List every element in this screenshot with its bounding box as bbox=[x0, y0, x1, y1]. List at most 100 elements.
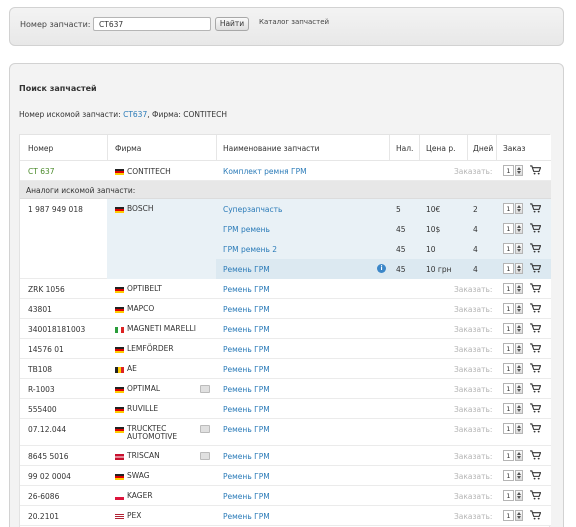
quantity-spinner[interactable] bbox=[515, 423, 523, 434]
offer-name-link[interactable]: ГРМ ремень 2 bbox=[223, 245, 277, 254]
part-name-link[interactable]: Ремень ГРМ bbox=[223, 492, 270, 501]
offer-price: 10€ bbox=[426, 205, 441, 214]
main-part-name[interactable]: Комплект ремня ГРМ bbox=[223, 167, 307, 176]
quantity-spinner[interactable] bbox=[515, 165, 523, 176]
quantity-field[interactable]: 1 bbox=[503, 343, 514, 354]
firm-label: BOSCH bbox=[127, 204, 154, 213]
cart-icon[interactable] bbox=[530, 510, 541, 520]
quantity-field[interactable]: 1 bbox=[503, 490, 514, 501]
part-number: 26-6086 bbox=[28, 492, 60, 501]
quantity-spinner[interactable] bbox=[515, 283, 523, 294]
germany-flag-icon bbox=[115, 169, 124, 175]
table-header: Номер Фирма Наименование запчасти Нал. Ц… bbox=[20, 135, 551, 161]
quantity-spinner[interactable] bbox=[515, 243, 523, 254]
quantity-spinner[interactable] bbox=[515, 450, 523, 461]
quantity-field[interactable]: 1 bbox=[503, 403, 514, 414]
search-button[interactable]: Найти bbox=[215, 17, 249, 31]
order-label: Заказать: bbox=[454, 305, 493, 314]
table-row: 20.2101 PEX Ремень ГРМ Заказать: 1 bbox=[20, 506, 551, 526]
quantity-spinner[interactable] bbox=[515, 303, 523, 314]
part-name-link[interactable]: Ремень ГРМ bbox=[223, 385, 270, 394]
firm-label: PEX bbox=[127, 511, 142, 520]
part-name-link[interactable]: Ремень ГРМ bbox=[223, 472, 270, 481]
firm-label: KAGER bbox=[127, 491, 153, 500]
quantity-field[interactable]: 1 bbox=[503, 423, 514, 434]
part-name-link[interactable]: Ремень ГРМ bbox=[223, 452, 270, 461]
part-name-link[interactable]: Ремень ГРМ bbox=[223, 325, 270, 334]
table-row: ZRK 1056 OPTIBELT Ремень ГРМ Заказать: 1 bbox=[20, 279, 551, 299]
part-number-input[interactable] bbox=[93, 17, 211, 31]
quantity-spinner[interactable] bbox=[515, 223, 523, 234]
firm-cell: MAPCO bbox=[115, 305, 197, 314]
quantity-field[interactable]: 1 bbox=[503, 223, 514, 234]
order-label: Заказать: bbox=[454, 365, 493, 374]
order-label: Заказать: bbox=[454, 167, 493, 176]
offer-name-link[interactable]: Суперзапчасть bbox=[223, 205, 282, 214]
firm-cell: PEX bbox=[115, 512, 197, 521]
cart-icon[interactable] bbox=[530, 165, 541, 175]
cart-icon[interactable] bbox=[530, 283, 541, 293]
quantity-spinner[interactable] bbox=[515, 203, 523, 214]
cart-icon[interactable] bbox=[530, 363, 541, 373]
quantity-field[interactable]: 1 bbox=[503, 363, 514, 374]
part-name-link[interactable]: Ремень ГРМ bbox=[223, 512, 270, 521]
cart-icon[interactable] bbox=[530, 450, 541, 460]
firm-cell: TRISCAN bbox=[115, 452, 197, 461]
cart-icon[interactable] bbox=[530, 383, 541, 393]
part-name-link[interactable]: Ремень ГРМ bbox=[223, 365, 270, 374]
photo-icon[interactable] bbox=[200, 385, 210, 393]
quantity-field[interactable]: 1 bbox=[503, 323, 514, 334]
catalog-link[interactable]: Каталог запчастей bbox=[259, 18, 329, 26]
quantity-field[interactable]: 1 bbox=[503, 510, 514, 521]
quantity-field[interactable]: 1 bbox=[503, 263, 514, 274]
quantity-field[interactable]: 1 bbox=[503, 450, 514, 461]
part-name-link[interactable]: Ремень ГРМ bbox=[223, 305, 270, 314]
quantity-spinner[interactable] bbox=[515, 323, 523, 334]
cart-icon[interactable] bbox=[530, 490, 541, 500]
quantity-spinner[interactable] bbox=[515, 403, 523, 414]
photo-icon[interactable] bbox=[200, 452, 210, 460]
quantity-field[interactable]: 1 bbox=[503, 383, 514, 394]
quantity-field[interactable]: 1 bbox=[503, 243, 514, 254]
quantity-spinner[interactable] bbox=[515, 510, 523, 521]
quantity-field[interactable]: 1 bbox=[503, 283, 514, 294]
quantity-field[interactable]: 1 bbox=[503, 470, 514, 481]
cart-icon[interactable] bbox=[530, 223, 541, 233]
order-label: Заказать: bbox=[454, 325, 493, 334]
quantity-field[interactable]: 1 bbox=[503, 165, 514, 176]
header-price: Цена р. bbox=[426, 144, 456, 153]
cart-icon[interactable] bbox=[530, 423, 541, 433]
cart-icon[interactable] bbox=[530, 323, 541, 333]
offer-name-link[interactable]: Ремень ГРМ bbox=[223, 265, 270, 274]
main-part-row: CT 637 CONTITECH Комплект ремня ГРМ Зака… bbox=[20, 161, 551, 181]
part-name-link[interactable]: Ремень ГРМ bbox=[223, 345, 270, 354]
part-name-link[interactable]: Ремень ГРМ bbox=[223, 285, 270, 294]
offer-stock: 5 bbox=[396, 205, 401, 214]
quantity-spinner[interactable] bbox=[515, 470, 523, 481]
order-label: Заказать: bbox=[454, 512, 493, 521]
table-row: 43801 MAPCO Ремень ГРМ Заказать: 1 bbox=[20, 299, 551, 319]
country-flag-icon bbox=[115, 327, 124, 333]
table-row: 14576 01 LEMFÖRDER Ремень ГРМ Заказать: 1 bbox=[20, 339, 551, 359]
cart-icon[interactable] bbox=[530, 303, 541, 313]
quantity-spinner[interactable] bbox=[515, 263, 523, 274]
table-row: TB108 AE Ремень ГРМ Заказать: 1 bbox=[20, 359, 551, 379]
quantity-spinner[interactable] bbox=[515, 490, 523, 501]
cart-icon[interactable] bbox=[530, 470, 541, 480]
quantity-spinner[interactable] bbox=[515, 383, 523, 394]
info-icon[interactable]: i bbox=[377, 264, 386, 273]
quantity-spinner[interactable] bbox=[515, 363, 523, 374]
quantity-field[interactable]: 1 bbox=[503, 203, 514, 214]
part-name-link[interactable]: Ремень ГРМ bbox=[223, 405, 270, 414]
cart-icon[interactable] bbox=[530, 403, 541, 413]
part-name-link[interactable]: Ремень ГРМ bbox=[223, 425, 270, 434]
cart-icon[interactable] bbox=[530, 243, 541, 253]
offer-name-link[interactable]: ГРМ ремень bbox=[223, 225, 270, 234]
quantity-spinner[interactable] bbox=[515, 343, 523, 354]
photo-icon[interactable] bbox=[200, 425, 210, 433]
cart-icon[interactable] bbox=[530, 263, 541, 273]
quantity-field[interactable]: 1 bbox=[503, 303, 514, 314]
cart-icon[interactable] bbox=[530, 203, 541, 213]
cart-icon[interactable] bbox=[530, 343, 541, 353]
query-number-link[interactable]: CT637 bbox=[123, 110, 147, 119]
